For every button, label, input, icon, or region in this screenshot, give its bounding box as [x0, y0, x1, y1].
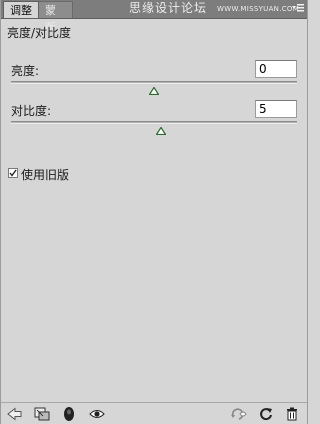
panel-tab-bar: 调整 蒙版 思缘设计论坛 WWW.MISSYUAN.COM [1, 0, 307, 34]
mask-icon[interactable] [60, 405, 78, 423]
watermark-url: WWW.MISSYUAN.COM [217, 5, 300, 13]
delete-icon[interactable] [283, 405, 301, 423]
brightness-slider-thumb[interactable] [148, 84, 160, 96]
panel-title: 亮度/对比度 [7, 26, 72, 40]
visibility-eye-icon[interactable] [88, 405, 106, 423]
contrast-input[interactable] [255, 100, 297, 118]
legacy-checkbox[interactable] [8, 168, 18, 178]
brightness-input[interactable] [255, 60, 297, 78]
bottom-toolbar [1, 402, 307, 424]
watermark-text: 思缘设计论坛 [129, 1, 208, 15]
back-arrow-icon[interactable] [6, 405, 24, 423]
adjustments-panel: 调整 蒙版 思缘设计论坛 WWW.MISSYUAN.COM 亮度/对比度 亮度:… [0, 0, 308, 424]
contrast-slider-thumb[interactable] [155, 124, 167, 136]
tab-masks[interactable]: 蒙版 [39, 1, 73, 34]
brightness-label: 亮度: [11, 64, 40, 78]
contrast-slider-track[interactable] [11, 121, 297, 124]
reset-icon[interactable] [257, 405, 275, 423]
panel-menu-icon[interactable] [291, 2, 305, 14]
legacy-checkbox-label[interactable]: 使用旧版 [21, 166, 69, 183]
clip-to-layer-icon[interactable] [33, 405, 51, 423]
view-previous-icon[interactable] [230, 405, 248, 423]
tab-adjustments[interactable]: 调整 [3, 1, 39, 18]
contrast-label: 对比度: [11, 104, 52, 118]
